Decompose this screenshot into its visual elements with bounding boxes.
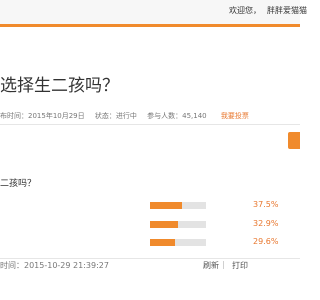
welcome-label: 欢迎您， (229, 6, 261, 15)
publish-time: 布时间：2015年10月29日 (0, 112, 85, 120)
poll-option-1: 37.5% (0, 200, 300, 212)
top-bar: 欢迎您， 胖胖爱猫猫 (0, 0, 307, 25)
poll-option-3: 29.6% (0, 237, 300, 249)
poll-option-2: 32.9% (0, 219, 300, 231)
accent-strip (0, 24, 300, 27)
result-bar-track (150, 239, 206, 246)
survey-meta: 布时间：2015年10月29日 状态：进行中 参与人数：45,140 我要投票 (0, 111, 257, 121)
timestamp: 时间：2015-10-29 21:39:27 (0, 261, 109, 270)
side-vote-button[interactable] (288, 132, 300, 149)
result-bar-track (150, 202, 206, 209)
welcome-text: 欢迎您， 胖胖爱猫猫 (229, 5, 307, 16)
page-title: 选择生二孩吗？ (0, 76, 119, 96)
poll-panel: 二孩吗？ 37.5% 32.9% 29.6% (0, 124, 300, 276)
result-bar-fill (150, 221, 178, 228)
refresh-link[interactable]: 刷新 (203, 260, 219, 271)
result-percent: 37.5% (253, 200, 279, 209)
result-bar-fill (150, 202, 182, 209)
username-link[interactable]: 胖胖爱猫猫 (267, 6, 307, 15)
result-percent: 29.6% (253, 237, 279, 246)
print-link[interactable]: 打印 (232, 260, 248, 271)
status-text: 状态：进行中 (94, 112, 137, 120)
result-bar-track (150, 221, 206, 228)
result-bar-fill (150, 239, 176, 246)
vote-link[interactable]: 我要投票 (221, 112, 249, 120)
footer-divider (0, 258, 300, 259)
result-percent: 32.9% (253, 219, 279, 228)
footer-separator: | (222, 260, 225, 269)
question-text: 二孩吗？ (0, 179, 37, 189)
participants-count: 参与人数：45,140 (147, 112, 207, 120)
